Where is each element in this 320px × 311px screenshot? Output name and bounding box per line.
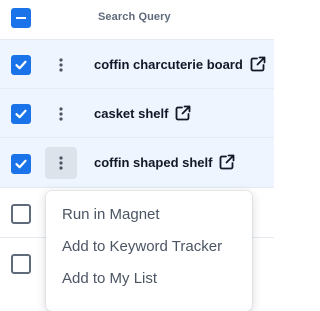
- table-header: Search Query: [0, 0, 274, 40]
- row-actions-menu: Run in Magnet Add to Keyword Tracker Add…: [46, 191, 252, 311]
- search-query-cell: casket shelf: [94, 104, 192, 122]
- row-actions-button[interactable]: [45, 98, 77, 130]
- minus-icon: [16, 17, 26, 19]
- column-header-search-query[interactable]: Search Query: [98, 11, 171, 23]
- check-icon: [15, 60, 27, 70]
- menu-item-add-to-keyword-tracker[interactable]: Add to Keyword Tracker: [46, 231, 252, 263]
- more-vertical-icon: [59, 107, 63, 121]
- row-actions-button[interactable]: [45, 49, 77, 81]
- table-row: casket shelf: [0, 89, 274, 138]
- table-row: coffin shaped shelf: [0, 138, 274, 188]
- row-checkbox[interactable]: [11, 55, 31, 75]
- select-all-checkbox[interactable]: [11, 8, 31, 28]
- search-query-text[interactable]: coffin shaped shelf: [94, 155, 212, 170]
- row-checkbox[interactable]: [11, 204, 31, 224]
- row-checkbox[interactable]: [11, 254, 31, 274]
- search-query-cell: coffin shaped shelf: [94, 153, 236, 171]
- row-checkbox[interactable]: [11, 154, 31, 174]
- external-link-icon[interactable]: [249, 55, 267, 73]
- external-link-icon[interactable]: [174, 104, 192, 122]
- more-vertical-icon: [59, 58, 63, 72]
- search-query-text[interactable]: casket shelf: [94, 106, 168, 121]
- check-icon: [15, 159, 27, 169]
- row-actions-button[interactable]: [45, 147, 77, 179]
- menu-item-add-to-my-list[interactable]: Add to My List: [46, 263, 252, 295]
- search-query-text[interactable]: coffin charcuterie board: [94, 57, 243, 72]
- external-link-icon[interactable]: [218, 153, 236, 171]
- table-row: coffin charcuterie board: [0, 40, 274, 89]
- check-icon: [15, 109, 27, 119]
- more-vertical-icon: [59, 156, 63, 170]
- row-checkbox[interactable]: [11, 104, 31, 124]
- search-query-cell: coffin charcuterie board: [94, 55, 267, 73]
- menu-item-run-in-magnet[interactable]: Run in Magnet: [46, 199, 252, 231]
